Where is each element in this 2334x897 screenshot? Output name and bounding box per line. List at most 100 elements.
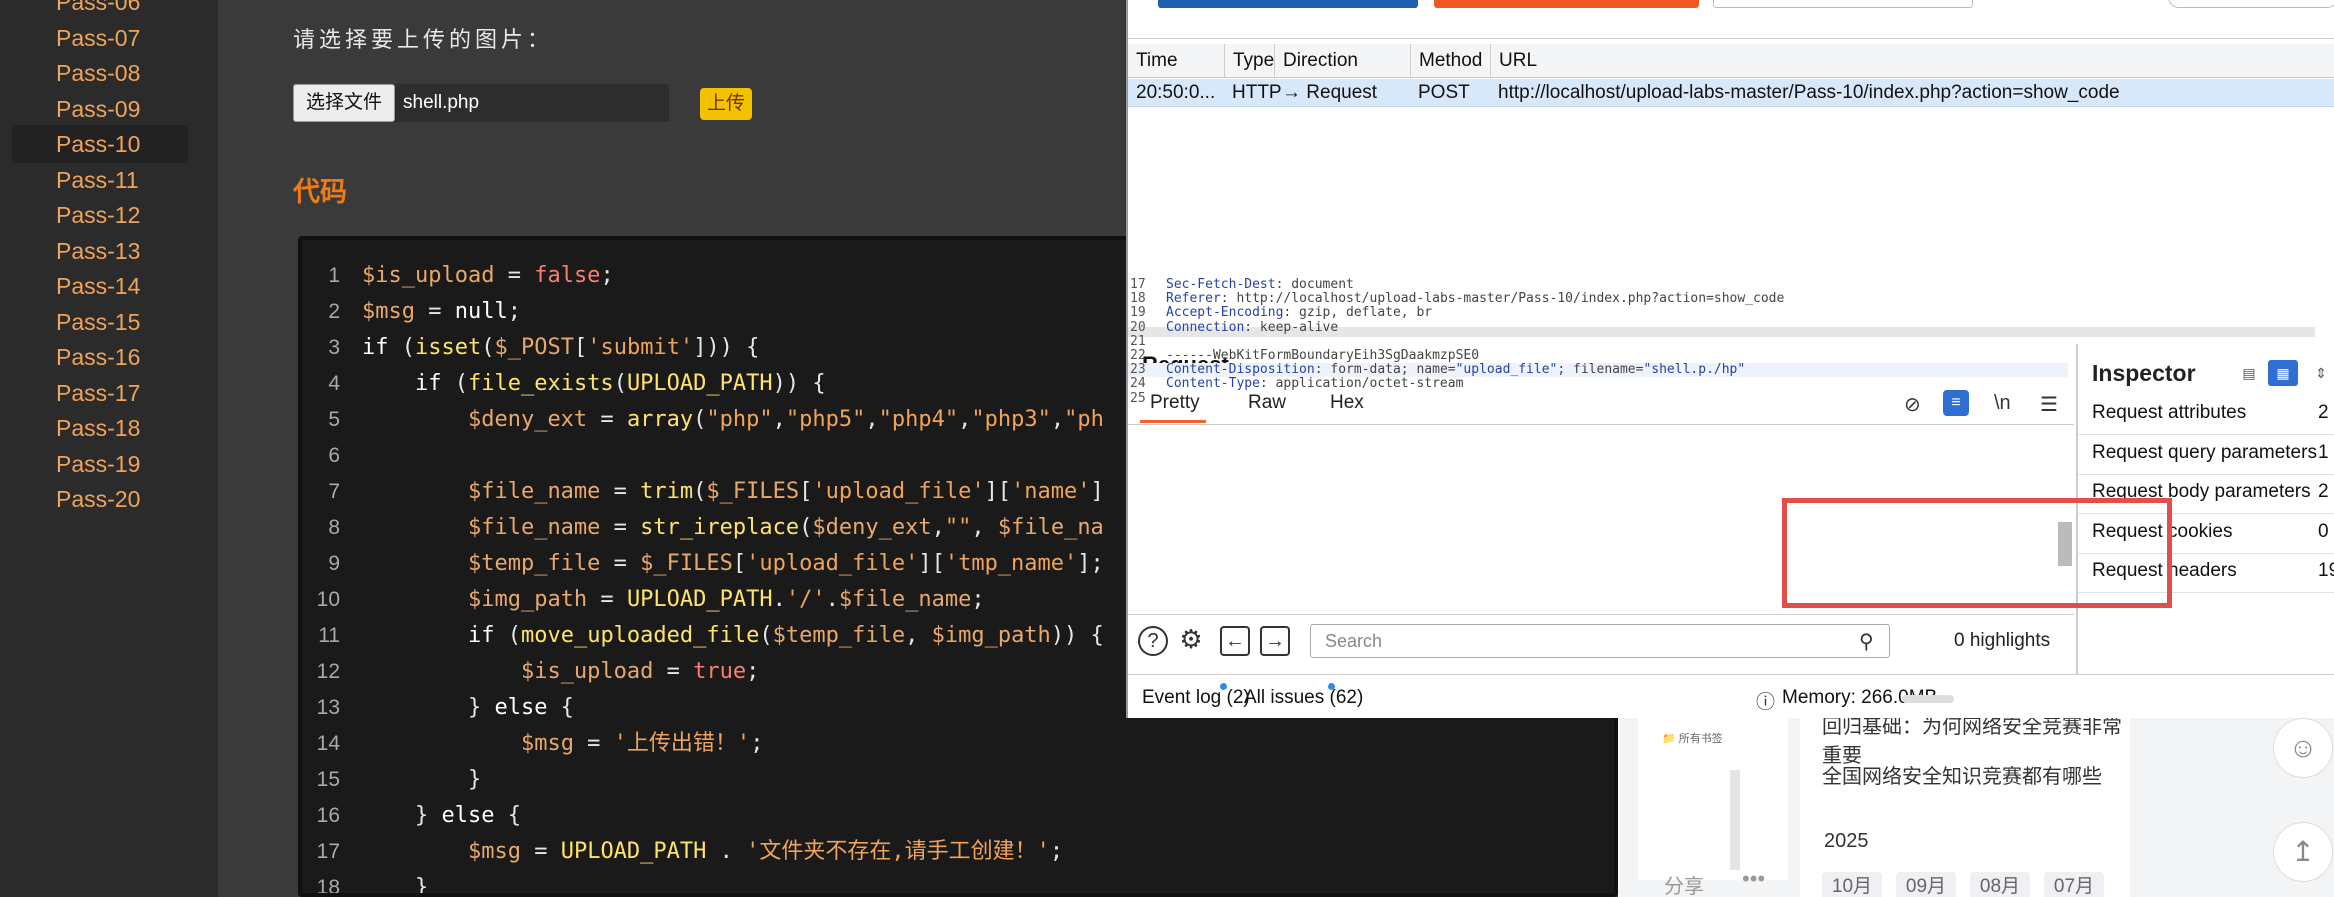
code-token: if [414, 371, 442, 396]
sidebar-item-pass-13[interactable]: Pass-13 [12, 232, 188, 270]
code-token: ; [507, 299, 521, 324]
search-icon: ⚲ [1859, 631, 1874, 653]
request-line-number: 17 [1130, 277, 1146, 292]
request-line-number: 21 [1130, 333, 1146, 349]
back-to-top-icon[interactable]: ↥ [2273, 822, 2333, 882]
code-token: $is_upload [362, 263, 495, 288]
sidebar-item-pass-15[interactable]: Pass-15 [12, 303, 188, 341]
more-icon[interactable]: ••• [1742, 866, 1765, 892]
inspector-section-count: 2 [2318, 481, 2329, 502]
sidebar-item-pass-12[interactable]: Pass-12 [12, 196, 188, 234]
sidebar-item-pass-17[interactable]: Pass-17 [12, 374, 188, 412]
sidebar-item-pass-14[interactable]: Pass-14 [12, 267, 188, 305]
column-header-method[interactable]: Method [1410, 44, 1482, 78]
code-text: } else { [362, 690, 574, 726]
upload-prompt-label: 请选择要上传的图片： [293, 27, 554, 52]
archive-month[interactable]: 09月 [1896, 872, 1956, 897]
inspector-section-1[interactable]: Request attributes [2092, 402, 2246, 424]
column-header-time[interactable]: Time [1128, 44, 1178, 78]
code-token: ( [441, 371, 468, 396]
code-token: if [467, 623, 495, 648]
inspector-section-2[interactable]: Request query parameters [2092, 442, 2317, 464]
row-direction: → Request [1282, 82, 1378, 103]
sidebar-item-pass-19[interactable]: Pass-19 [12, 445, 188, 483]
archive-year: 2025 [1824, 830, 1869, 852]
sidebar-item-pass-20[interactable]: Pass-20 [12, 480, 188, 518]
sidebar-item-pass-11[interactable]: Pass-11 [12, 161, 188, 199]
upload-button[interactable]: 上传 [700, 88, 752, 120]
code-token: = [494, 263, 535, 288]
background-browser-page: 📁 所有书签 分享 ••• 回归基础：为何网络安全竞赛非常重要 全国网络安全知识… [1618, 700, 2334, 897]
code-token: , [1050, 407, 1065, 432]
code-text: } [362, 870, 428, 893]
toolbar-button-blue[interactable] [1158, 0, 1418, 8]
sidebar-item-pass-18[interactable]: Pass-18 [12, 409, 188, 447]
collapse-icon[interactable]: ⇕ [2306, 360, 2334, 386]
archive-month[interactable]: 07月 [2044, 872, 2104, 897]
toolbar-button-orange[interactable] [1434, 0, 1699, 8]
event-log-link[interactable]: Event log (2) [1142, 687, 1250, 709]
code-token: $_FILES [640, 551, 733, 576]
line-number: 14 [316, 732, 340, 755]
sidebar-item-pass-09[interactable]: Pass-09 [12, 90, 188, 128]
code-text: if (file_exists(UPLOAD_PATH)) { [362, 366, 826, 402]
request-line-text: Connection: keep-alive [1166, 319, 1338, 335]
code-token: = [600, 479, 641, 504]
settings-gear-icon[interactable]: ⚙ [1176, 626, 1206, 656]
column-header-type[interactable]: Type [1224, 44, 1274, 78]
column-header-url[interactable]: URL [1490, 44, 1537, 78]
inspector-section-count: 0 [2318, 520, 2329, 542]
forward-arrow-icon[interactable]: → [1260, 626, 1290, 656]
code-token: ])) { [693, 335, 760, 360]
event-log-dot [1220, 683, 1227, 690]
toolbar-search[interactable] [2168, 0, 2334, 8]
code-token: "ph [1064, 407, 1104, 432]
sidebar-item-pass-16[interactable]: Pass-16 [12, 338, 188, 376]
layout-list-icon[interactable]: ▤ [2234, 360, 2264, 386]
chat-icon[interactable]: ☺ [2273, 718, 2333, 778]
layout-split-icon[interactable]: ▦ [2268, 360, 2298, 386]
panel-scrollbar[interactable] [1730, 770, 1740, 870]
archive-month[interactable]: 10月 [1822, 872, 1882, 897]
request-line: 23 Content-Disposition: form-data; name="… [1128, 363, 2068, 378]
sidebar-item-pass-07[interactable]: Pass-07 [12, 19, 188, 57]
code-token: ; [750, 731, 764, 756]
request-token: Referer [1166, 291, 1221, 307]
sidebar-item-pass-06[interactable]: Pass-06 [12, 0, 188, 21]
back-arrow-icon[interactable]: ← [1220, 626, 1250, 656]
request-line-number: 19 [1130, 305, 1146, 321]
request-token: : gzip, deflate, br [1283, 305, 1433, 321]
code-token: . [772, 587, 786, 612]
code-token: ( [693, 479, 707, 504]
archive-month[interactable]: 08月 [1970, 872, 2030, 897]
line-number: 2 [328, 300, 340, 323]
share-link[interactable]: 分享 [1664, 870, 1704, 897]
code-line: 16 } else { [302, 798, 1614, 834]
code-token: , [931, 515, 945, 540]
request-search-input[interactable]: Search ⚲ [1310, 624, 1890, 658]
column-header-direction[interactable]: Direction [1274, 44, 1358, 78]
divider [1128, 614, 2074, 615]
history-row-selected[interactable]: 20:50:0... HTTP → Request POST http://lo… [1128, 79, 2334, 107]
code-token: else [494, 695, 548, 720]
request-token: Connection [1166, 319, 1245, 335]
sidebar-item-pass-08[interactable]: Pass-08 [12, 54, 188, 92]
code-token: 'tmp_name' [944, 551, 1078, 576]
request-token: ------WebKitFormBoundaryEih3SgDaakmzpSE0 [1166, 348, 1480, 363]
toolbar-dropdown[interactable] [1713, 0, 1973, 8]
bookmark-folder[interactable]: 📁 所有书签 [1662, 730, 1723, 746]
all-issues-link[interactable]: All issues (62) [1244, 687, 1363, 709]
choose-file-button[interactable]: 选择文件 [293, 84, 395, 122]
code-token: move_uploaded_file [520, 623, 760, 648]
code-token: = [587, 407, 627, 432]
sidebar-item-pass-10[interactable]: Pass-10 [12, 125, 188, 163]
code-token: $file_name [838, 587, 972, 612]
help-icon[interactable]: ? [1138, 626, 1168, 656]
file-picker[interactable]: 选择文件 shell.php [293, 84, 669, 122]
code-token: else [441, 803, 495, 828]
code-token: "php4" [878, 407, 959, 432]
code-token: "" [944, 515, 972, 540]
article-link[interactable]: 全国网络安全知识竞赛都有哪些 [1822, 760, 2102, 789]
